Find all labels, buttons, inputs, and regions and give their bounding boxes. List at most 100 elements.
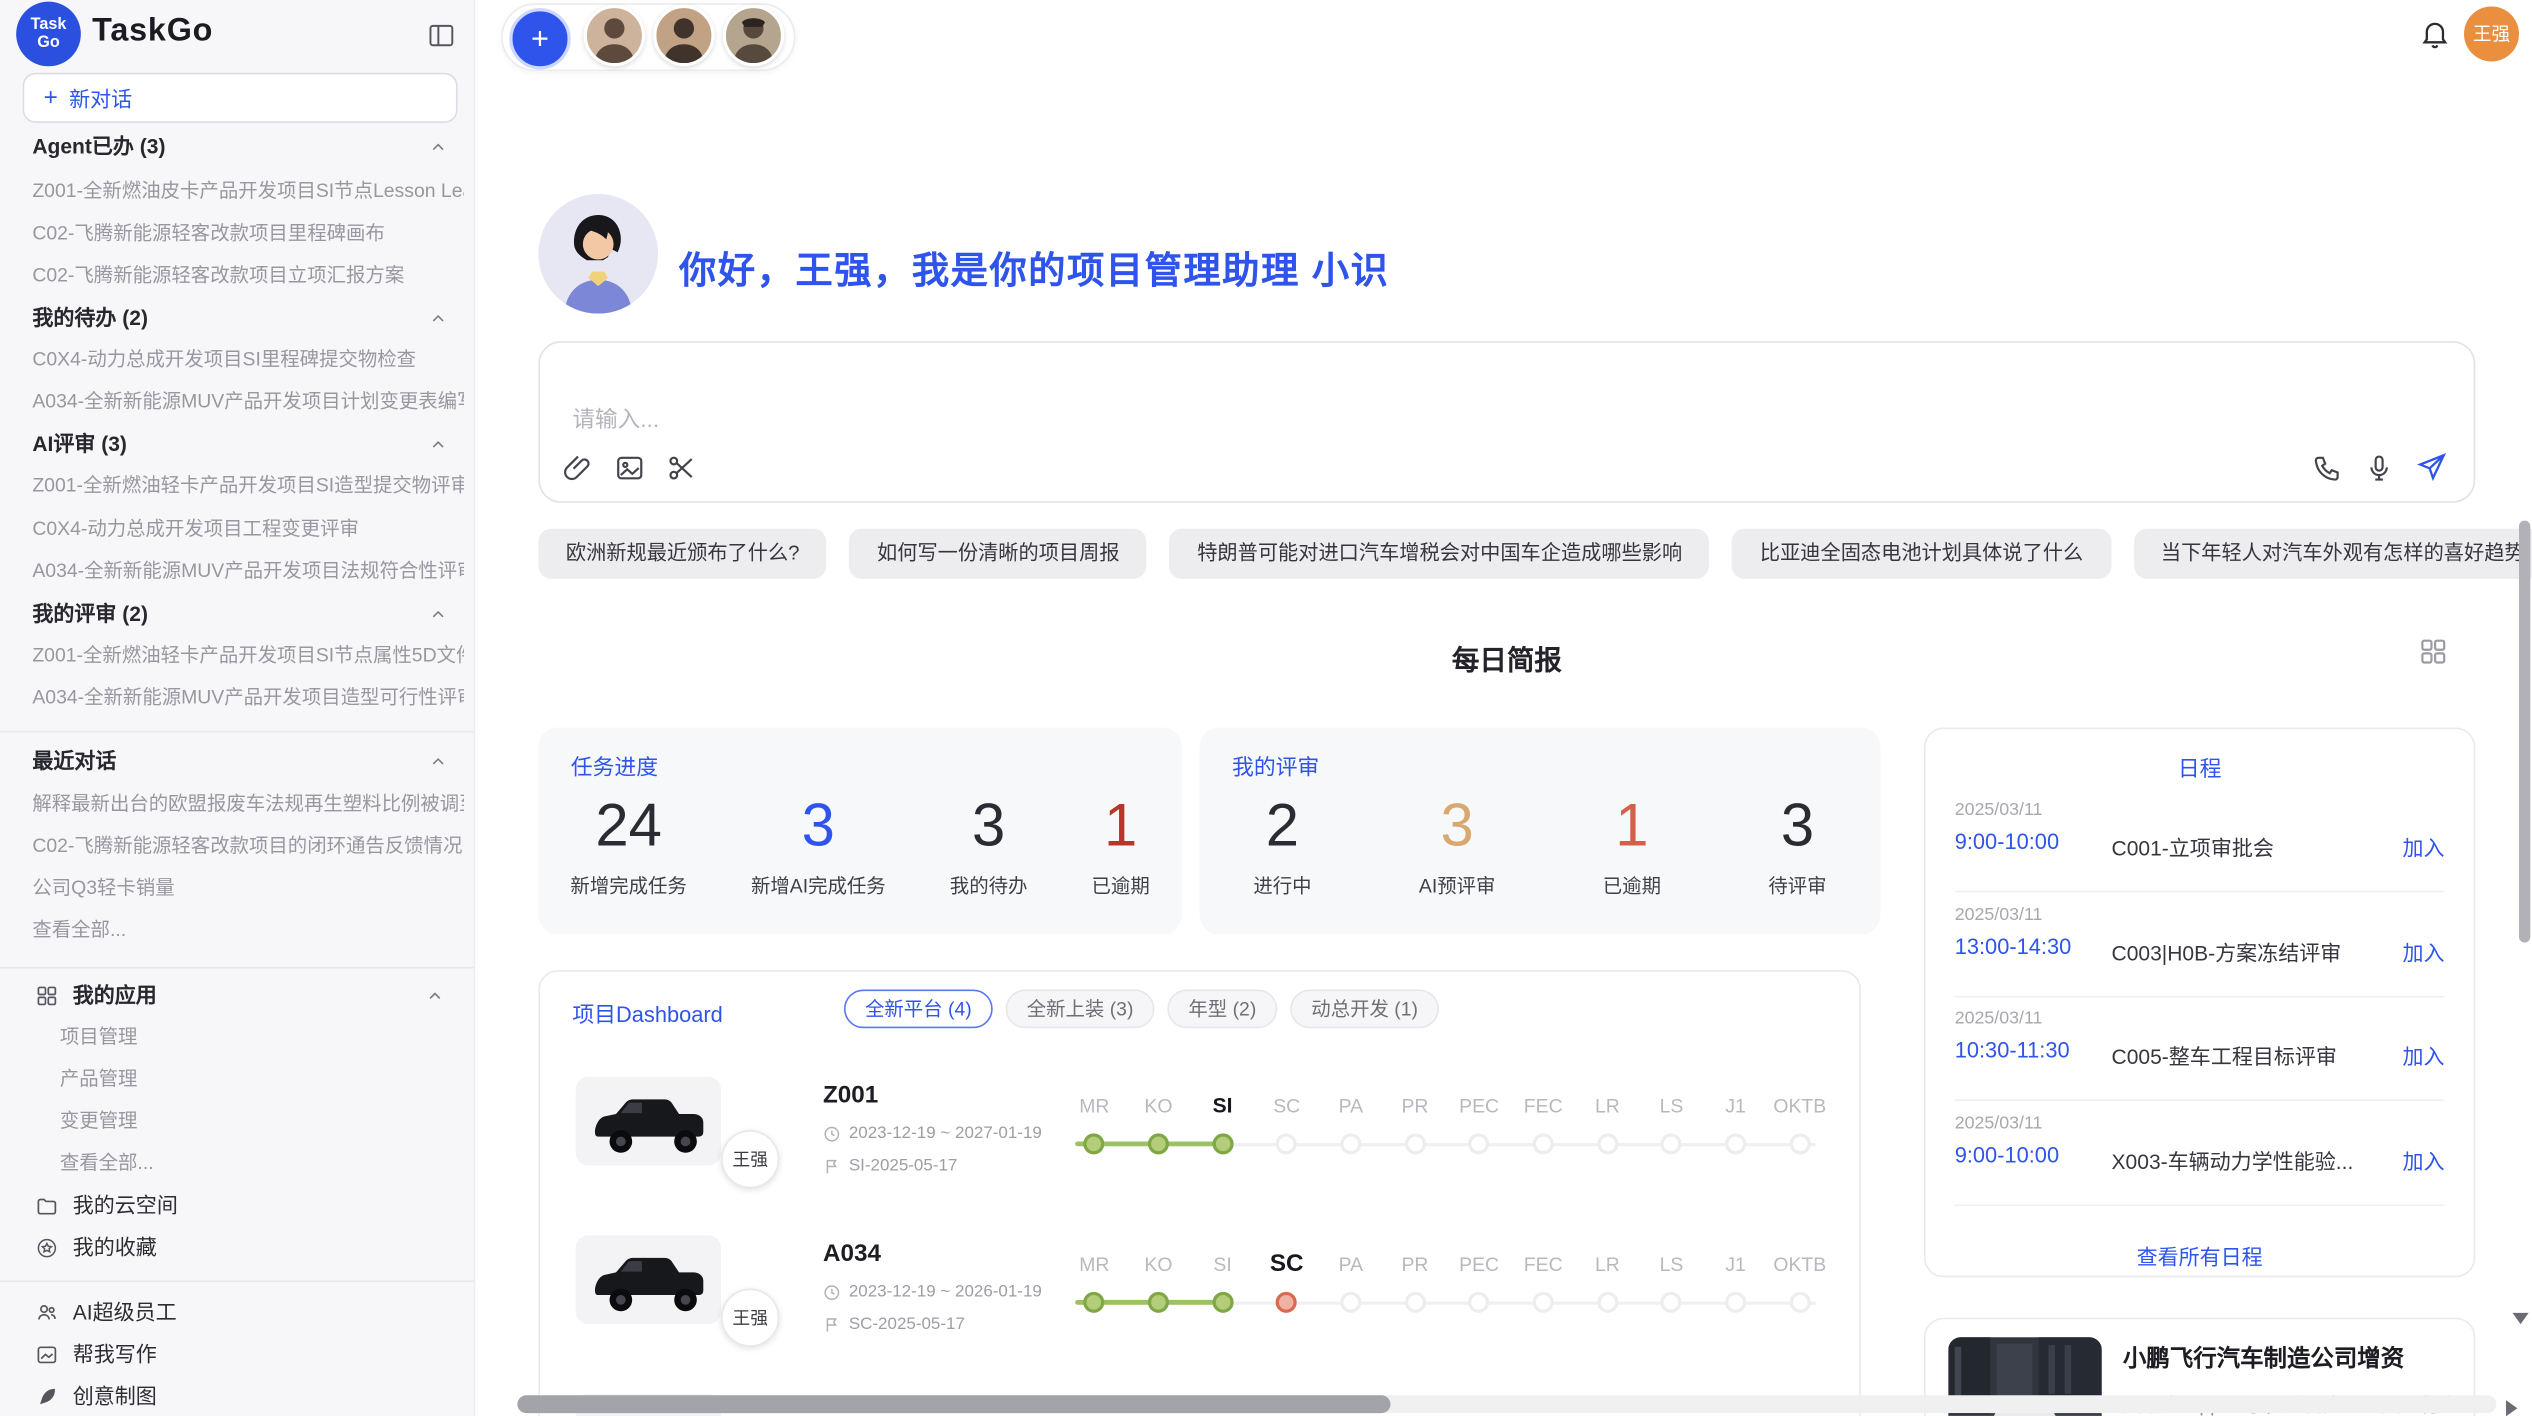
sidebar-item[interactable]: Z001-全新燃油轻卡产品开发项目SI造型提交物评审 (32, 467, 464, 503)
project-row-a034[interactable]: 王强 A034 2023-12-19 ~ 2026-01-19 SC-2025-… (540, 1230, 1859, 1384)
schedule-date: 2025/03/11 (1955, 1009, 2043, 1028)
view-all-recent-link[interactable]: 查看全部... (32, 912, 464, 948)
stat-label: 我的待办 (950, 871, 1028, 898)
attachment-icon[interactable] (563, 453, 594, 484)
sidebar-item[interactable]: C02-飞腾新能源轻客改款项目里程碑画布 (32, 215, 464, 251)
suggestion-chip[interactable]: 欧洲新规最近颁布了什么? (538, 529, 827, 579)
project-vehicle-image (576, 1235, 722, 1324)
send-icon[interactable] (2415, 451, 2447, 483)
scroll-down-arrow-icon[interactable] (2513, 1313, 2529, 1324)
user-avatar-label: 王强 (2473, 21, 2510, 47)
sidebar-item-help-me-write[interactable]: 帮我写作 (36, 1337, 458, 1373)
join-link[interactable]: 加入 (2403, 936, 2445, 967)
sidebar-item[interactable]: A034-全新新能源MUV产品开发项目法规符合性评审 (32, 553, 464, 589)
schedule-card: 日程 2025/03/11 9:00-10:00 C001-立项审批会 加入 2… (1924, 728, 2475, 1278)
tab-new-body[interactable]: 全新上装 (3) (1006, 989, 1155, 1028)
stat-value: 3 (1441, 795, 1474, 855)
chat-input-box (538, 341, 2475, 503)
sidebar-item-cloud-space[interactable]: 我的云空间 (36, 1188, 458, 1224)
sidebar-item[interactable]: C02-飞腾新能源轻客改款项目立项汇报方案 (32, 257, 464, 293)
agent-avatar[interactable] (584, 5, 645, 66)
milestone-dot (1725, 1133, 1746, 1154)
agent-avatar[interactable] (723, 5, 784, 66)
suggestion-chip[interactable]: 特朗普可能对进口汽车增税会对中国车企造成哪些影响 (1170, 529, 1710, 579)
sidebar-collapse-icon[interactable] (427, 21, 456, 50)
pen-icon (36, 1386, 59, 1409)
join-link[interactable]: 加入 (2403, 1145, 2445, 1176)
phone-icon[interactable] (2312, 452, 2343, 483)
notification-bell-icon[interactable] (2419, 18, 2451, 50)
sidebar-item[interactable]: C0X4-动力总成开发项目工程变更评审 (32, 511, 464, 547)
recent-chat-item[interactable]: C02-飞腾新能源轻客改款项目的闭环通告反馈情况 (32, 828, 464, 864)
people-icon (36, 1302, 59, 1325)
project-row-z001[interactable]: 王强 Z001 2023-12-19 ~ 2027-01-19 SI-2025-… (540, 1072, 1859, 1226)
sidebar-item[interactable]: Z001-全新燃油皮卡产品开发项目SI节点Lesson Learn报告 (32, 173, 464, 209)
join-link[interactable]: 加入 (2403, 1040, 2445, 1071)
input-right-icons (2312, 451, 2448, 483)
divider (1955, 891, 2445, 893)
app-link-product-mgmt[interactable]: 产品管理 (60, 1061, 464, 1097)
milestone-dot (1404, 1133, 1425, 1154)
sidebar-item-my-apps[interactable]: 我的应用 (36, 978, 458, 1014)
join-link[interactable]: 加入 (2403, 831, 2445, 862)
suggestion-chip[interactable]: 当下年轻人对汽车外观有怎样的喜好趋势 (2133, 529, 2532, 579)
clock-icon (823, 1283, 841, 1301)
section-header-ai-review[interactable]: AI评审 (3) (32, 427, 457, 463)
layout-grid-icon[interactable] (2419, 637, 2448, 666)
sidebar-item[interactable]: A034-全新新能源MUV产品开发项目造型可行性评审 (32, 679, 464, 715)
app-link-project-mgmt[interactable]: 项目管理 (60, 1019, 464, 1055)
sidebar-item-creative-drawing[interactable]: 创意制图 (36, 1379, 458, 1415)
sidebar-item[interactable]: C0X4-动力总成开发项目SI里程碑提交物检查 (32, 341, 464, 377)
project-flag-date: SI-2025-05-17 (849, 1156, 958, 1175)
section-header-agent-done[interactable]: Agent已办 (3) (32, 129, 457, 165)
input-left-icons (563, 453, 697, 484)
milestone-label: MR (1062, 1247, 1126, 1283)
milestone-label: MR (1062, 1088, 1126, 1124)
scroll-right-arrow-icon[interactable] (2506, 1400, 2517, 1416)
horizontal-scrollbar-thumb[interactable] (517, 1395, 1390, 1413)
horizontal-scrollbar[interactable] (517, 1395, 2496, 1413)
section-header-my-todo[interactable]: 我的待办 (2) (32, 301, 457, 337)
favorites-label: 我的收藏 (73, 1230, 157, 1266)
milestone-label: OKTB (1768, 1088, 1832, 1124)
image-upload-icon[interactable] (614, 453, 645, 484)
sidebar-item[interactable]: A034-全新新能源MUV产品开发项目计划变更表编写 (32, 383, 464, 419)
user-avatar[interactable]: 王强 (2464, 6, 2519, 61)
milestone-track: MR KO SI SC PA PR PEC FEC LR LS J1 OKTB (1062, 1247, 1832, 1331)
milestone-label: PA (1319, 1088, 1383, 1124)
tab-new-platform[interactable]: 全新平台 (4) (844, 989, 993, 1028)
add-agent-button[interactable]: + (509, 8, 570, 69)
milestone-dot (1404, 1292, 1425, 1313)
divider (0, 967, 474, 969)
view-all-schedule-link[interactable]: 查看所有日程 (1926, 1240, 2474, 1271)
suggestion-chip[interactable]: 比亚迪全固态电池计划具体说了什么 (1732, 529, 2110, 579)
sidebar-item[interactable]: Z001-全新燃油轻卡产品开发项目SI节点属性5D文件评审 (32, 637, 464, 673)
divider (0, 1281, 474, 1283)
section-header-my-review[interactable]: 我的评审 (2) (32, 597, 457, 633)
vertical-scrollbar-thumb[interactable] (2519, 521, 2530, 943)
app-link-change-mgmt[interactable]: 变更管理 (60, 1103, 464, 1139)
tab-powertrain[interactable]: 动总开发 (1) (1290, 989, 1439, 1028)
plus-icon: + (44, 84, 58, 111)
schedule-title: 日程 (1926, 750, 2474, 782)
new-chat-label: 新对话 (69, 82, 132, 113)
sidebar-item-ai-super-staff[interactable]: AI超级员工 (36, 1295, 458, 1331)
new-chat-button[interactable]: + 新对话 (23, 73, 458, 123)
milestone-label: LS (1639, 1247, 1703, 1283)
milestone-label: PR (1383, 1247, 1447, 1283)
chat-input[interactable] (569, 404, 1869, 433)
stat-label: 待评审 (1768, 871, 1826, 898)
recent-chat-item[interactable]: 解释最新出台的欧盟报废车法规再生塑料比例被调至15%... (32, 786, 464, 822)
tab-model-year[interactable]: 年型 (2) (1167, 989, 1277, 1028)
recent-chat-item[interactable]: 公司Q3轻卡销量 (32, 870, 464, 906)
microphone-icon[interactable] (2364, 452, 2395, 483)
view-all-apps-link[interactable]: 查看全部... (60, 1145, 464, 1181)
section-header-recent-chats[interactable]: 最近对话 (32, 744, 457, 780)
scissors-icon[interactable] (666, 453, 697, 484)
sidebar-item-favorites[interactable]: 我的收藏 (36, 1230, 458, 1266)
owner-name: 王强 (732, 1146, 768, 1172)
agent-avatar[interactable] (653, 5, 714, 66)
chevron-up-icon (428, 605, 447, 624)
suggestion-chip[interactable]: 如何写一份清晰的项目周报 (850, 529, 1148, 579)
milestone-dot-overdue (1276, 1292, 1297, 1313)
